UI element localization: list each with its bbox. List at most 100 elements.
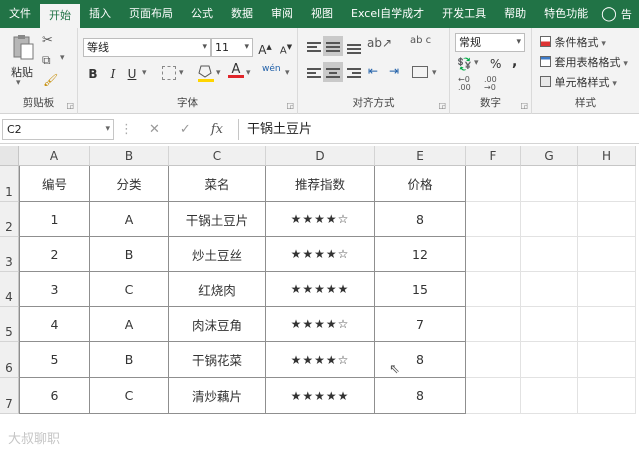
enter-icon[interactable]: ✓ [180, 122, 191, 137]
copy-icon[interactable]: ⧉ [42, 53, 51, 68]
rating-stars-cell[interactable]: ★★★★★ [266, 272, 375, 307]
column-header-g[interactable]: G [521, 146, 578, 166]
column-header-e[interactable]: E [375, 146, 466, 166]
row-header-2[interactable]: 2 [0, 202, 19, 237]
tab-review[interactable]: 审阅 [262, 0, 302, 28]
tab-file[interactable]: 文件 [0, 0, 40, 28]
table-cell[interactable]: 炒土豆丝 [169, 237, 266, 272]
table-header-cell[interactable]: 价格 [375, 166, 466, 202]
row-header-3[interactable]: 3 [0, 237, 19, 272]
comma-button[interactable]: , [512, 54, 517, 70]
number-format-select[interactable]: 常规 ▾ [455, 33, 525, 52]
empty-cell[interactable] [578, 342, 636, 378]
row-header-1[interactable]: 1 [0, 166, 19, 202]
tab-developer[interactable]: 开发工具 [433, 0, 495, 28]
table-cell[interactable]: 15 [375, 272, 466, 307]
more-options-icon[interactable]: ⋮ [120, 122, 133, 137]
column-header-h[interactable]: H [578, 146, 636, 166]
column-header-d[interactable]: D [266, 146, 375, 166]
font-launcher-icon[interactable]: ◲ [286, 101, 294, 110]
table-cell[interactable]: 8 [375, 202, 466, 237]
empty-cell[interactable] [466, 307, 521, 342]
paste-icon[interactable] [11, 34, 35, 60]
decrease-decimal-icon[interactable]: .00 →0 [484, 76, 497, 92]
table-cell[interactable]: 3 [19, 272, 90, 307]
rating-stars-cell[interactable]: ★★★★☆ [266, 237, 375, 272]
rating-stars-cell[interactable]: ★★★★☆ [266, 342, 375, 378]
border-dropdown-icon[interactable]: ▾ [179, 68, 184, 78]
column-header-f[interactable]: F [466, 146, 521, 166]
table-cell[interactable]: 4 [19, 307, 90, 342]
table-header-cell[interactable]: 分类 [90, 166, 169, 202]
underline-dropdown-icon[interactable]: ▾ [142, 68, 147, 78]
empty-cell[interactable] [521, 202, 578, 237]
phonetic-button[interactable]: wén [262, 64, 281, 74]
empty-cell[interactable] [521, 378, 578, 414]
tab-formulas[interactable]: 公式 [182, 0, 222, 28]
conditional-format-button[interactable]: 条件格式 ▾ [540, 34, 606, 50]
tab-help[interactable]: 帮助 [495, 0, 535, 28]
tab-insert[interactable]: 插入 [80, 0, 120, 28]
copy-dropdown-icon[interactable]: ▾ [60, 53, 65, 63]
table-cell[interactable]: 清炒藕片 [169, 378, 266, 414]
empty-cell[interactable] [521, 342, 578, 378]
tab-data[interactable]: 数据 [222, 0, 262, 28]
decrease-indent-icon[interactable]: ⇤ [368, 64, 378, 78]
formula-input[interactable]: 干锅土豆片 [238, 119, 638, 140]
name-box[interactable]: C2 ▾ [2, 119, 114, 140]
bold-button[interactable]: B [83, 64, 103, 84]
empty-cell[interactable] [521, 166, 578, 202]
table-cell[interactable]: 8 [375, 378, 466, 414]
table-cell[interactable]: 红烧肉 [169, 272, 266, 307]
empty-cell[interactable] [578, 378, 636, 414]
empty-cell[interactable] [466, 202, 521, 237]
empty-cell[interactable] [466, 237, 521, 272]
grow-font-button[interactable]: A▲ [255, 37, 275, 57]
increase-decimal-icon[interactable]: ←0.00 [458, 76, 471, 92]
align-top-icon[interactable] [307, 40, 321, 54]
border-icon[interactable] [162, 66, 176, 80]
empty-cell[interactable] [521, 272, 578, 307]
empty-cell[interactable] [466, 342, 521, 378]
format-painter-icon[interactable]: 🖌 [43, 73, 58, 87]
empty-cell[interactable] [578, 272, 636, 307]
table-header-cell[interactable]: 推荐指数 [266, 166, 375, 202]
format-as-table-button[interactable]: 套用表格格式 ▾ [540, 54, 628, 70]
table-cell[interactable]: 5 [19, 342, 90, 378]
increase-indent-icon[interactable]: ⇥ [389, 64, 399, 78]
align-right-icon[interactable] [347, 66, 361, 80]
table-cell[interactable]: 7 [375, 307, 466, 342]
table-cell[interactable]: 12 [375, 237, 466, 272]
cut-icon[interactable]: ✂ [42, 33, 53, 48]
clipboard-launcher-icon[interactable]: ◲ [66, 101, 74, 110]
empty-cell[interactable] [521, 307, 578, 342]
table-cell[interactable]: 干锅花菜 [169, 342, 266, 378]
tell-me-text[interactable]: 告 [621, 6, 632, 22]
merge-center-icon[interactable] [412, 66, 428, 78]
paste-dropdown-icon[interactable]: ▾ [16, 78, 21, 88]
number-launcher-icon[interactable]: ◲ [520, 101, 528, 110]
empty-cell[interactable] [521, 237, 578, 272]
table-cell[interactable]: A [90, 307, 169, 342]
insert-function-icon[interactable]: fx [211, 122, 223, 137]
align-left-icon[interactable] [307, 66, 321, 80]
fill-color-icon[interactable] [197, 63, 215, 86]
percent-button[interactable]: % [490, 57, 501, 71]
empty-cell[interactable] [578, 237, 636, 272]
table-cell[interactable]: C [90, 378, 169, 414]
orientation-icon[interactable]: ab↗ [367, 36, 392, 50]
table-cell[interactable]: A [90, 202, 169, 237]
phonetic-dropdown-icon[interactable]: ▾ [285, 68, 290, 78]
rating-stars-cell[interactable]: ★★★★☆ [266, 307, 375, 342]
currency-dropdown-icon[interactable]: ▾ [474, 58, 479, 68]
align-bottom-icon[interactable] [347, 42, 361, 56]
italic-button[interactable]: I [103, 64, 123, 84]
empty-cell[interactable] [466, 272, 521, 307]
table-cell[interactable]: 2 [19, 237, 90, 272]
table-cell[interactable]: B [90, 342, 169, 378]
alignment-launcher-icon[interactable]: ◲ [438, 101, 446, 110]
align-middle-button[interactable] [323, 36, 343, 56]
table-header-cell[interactable]: 编号 [19, 166, 90, 202]
cancel-icon[interactable]: ✕ [149, 122, 160, 137]
rating-stars-cell[interactable]: ★★★★★ [266, 378, 375, 414]
